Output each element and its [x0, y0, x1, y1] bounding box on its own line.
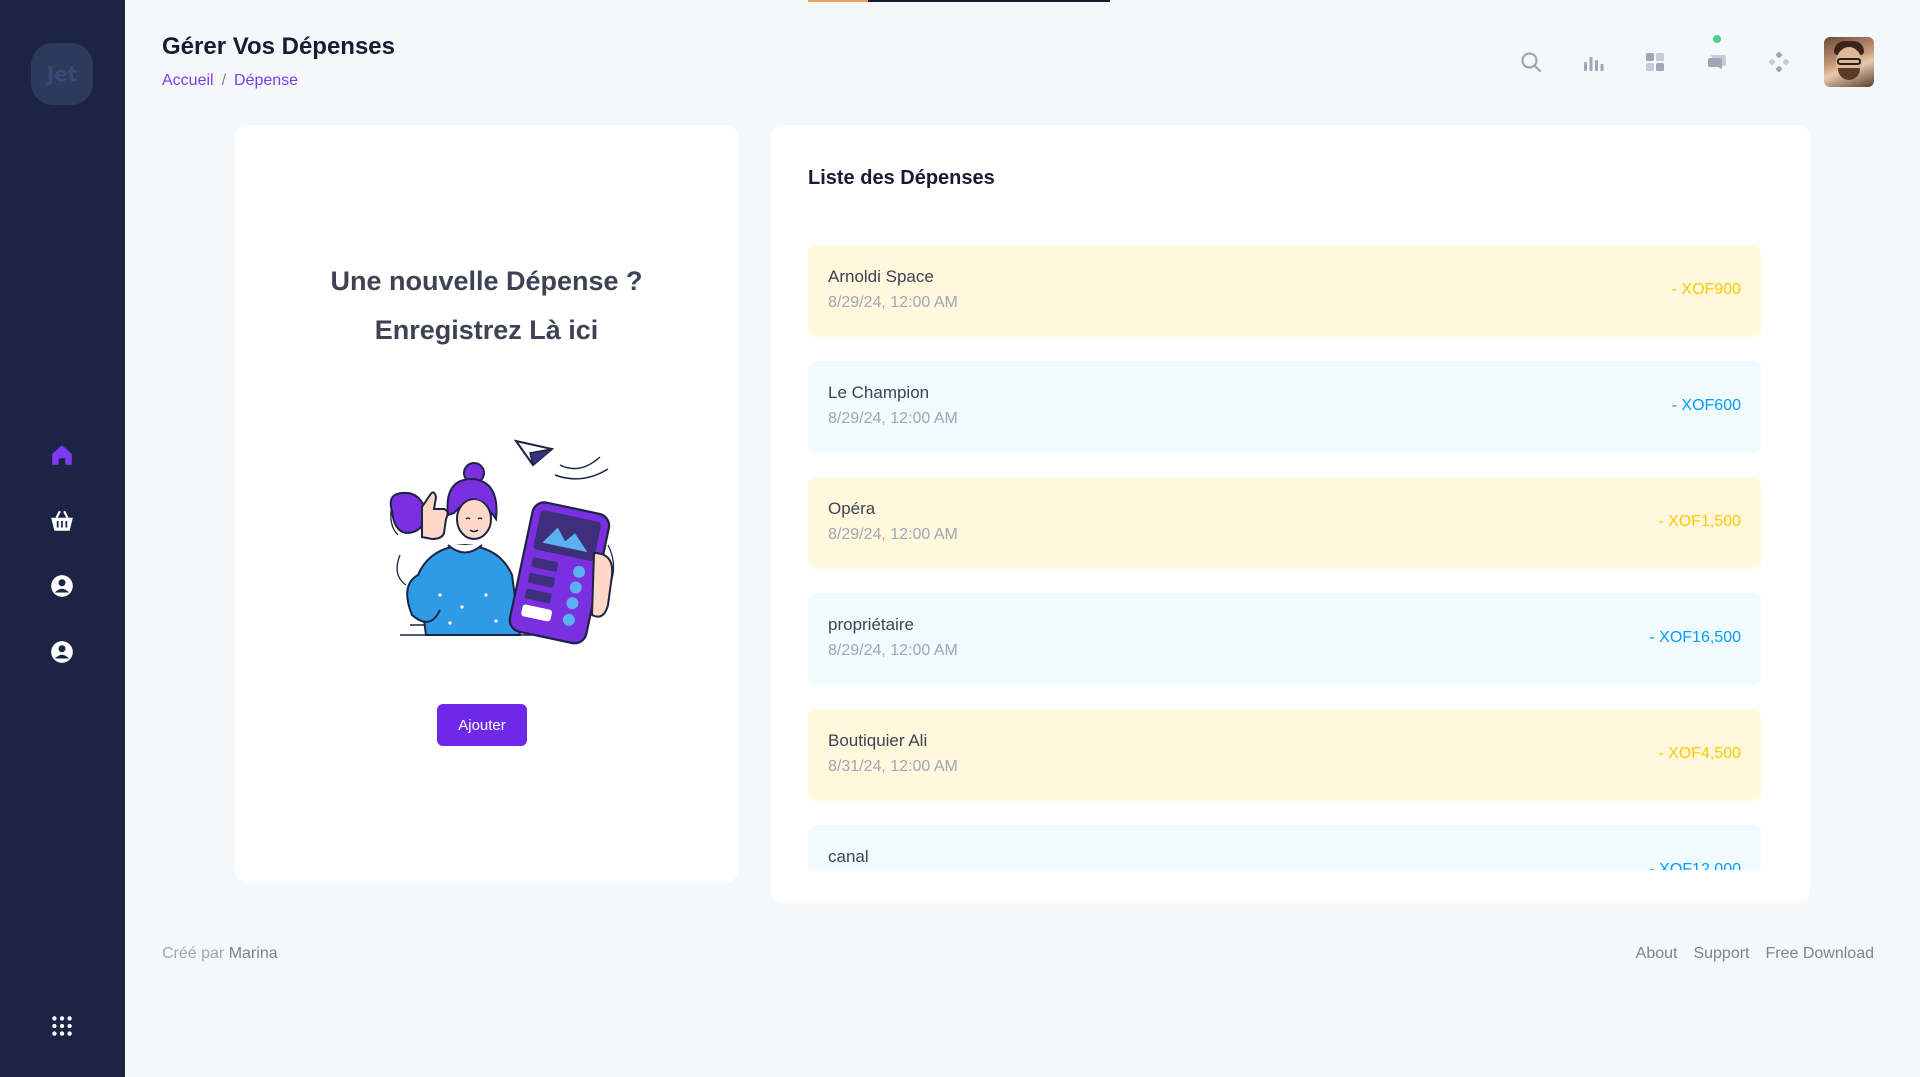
- expense-amount: - XOF900: [1671, 281, 1741, 298]
- footer-credit: Créé par Marina: [162, 945, 278, 963]
- expense-name: propriétaire: [828, 615, 914, 634]
- list-item[interactable]: Opéra 8/29/24, 12:00 AM - XOF1,500: [808, 477, 1761, 569]
- add-expense-button[interactable]: Ajouter: [437, 704, 527, 746]
- home-icon[interactable]: [44, 437, 80, 473]
- bar-chart-icon[interactable]: [1562, 36, 1624, 88]
- list-item[interactable]: canal - XOF12,000: [808, 825, 1761, 870]
- expense-name: Boutiquier Ali: [828, 731, 928, 750]
- expense-amount: - XOF1,500: [1658, 513, 1741, 530]
- list-item[interactable]: Arnoldi Space 8/29/24, 12:00 AM - XOF900: [808, 245, 1761, 337]
- list-item[interactable]: Boutiquier Ali 8/31/24, 12:00 AM - XOF4,…: [808, 709, 1761, 801]
- breadcrumb-home[interactable]: Accueil: [162, 72, 214, 90]
- expense-amount: - XOF12,000: [1649, 861, 1741, 870]
- footer-link-support[interactable]: Support: [1693, 945, 1749, 963]
- expense-amount: - XOF16,500: [1649, 629, 1741, 646]
- expenses-list-card: Liste des Dépenses Arnoldi Space 8/29/24…: [771, 125, 1810, 903]
- avatar[interactable]: [1824, 37, 1874, 87]
- expense-illustration: [389, 439, 615, 645]
- expense-date: 8/29/24, 12:00 AM: [828, 410, 958, 427]
- footer-author[interactable]: Marina: [229, 945, 278, 962]
- app-logo[interactable]: Jet: [31, 43, 93, 105]
- expense-amount: - XOF600: [1671, 397, 1741, 414]
- basket-icon[interactable]: [44, 503, 80, 539]
- apps-icon[interactable]: [1748, 36, 1810, 88]
- expense-date: 8/29/24, 12:00 AM: [828, 642, 958, 659]
- user-circle-icon[interactable]: [44, 568, 80, 604]
- page-title: Gérer Vos Dépenses: [162, 33, 396, 60]
- expense-amount: - XOF4,500: [1658, 745, 1741, 762]
- user-circle-icon[interactable]: [44, 634, 80, 670]
- search-icon[interactable]: [1500, 36, 1562, 88]
- expense-name: Opéra: [828, 499, 876, 518]
- breadcrumb-current[interactable]: Dépense: [234, 72, 298, 90]
- grid-icon[interactable]: [1624, 36, 1686, 88]
- sidebar: Jet: [0, 0, 125, 1077]
- expense-date: 8/31/24, 12:00 AM: [828, 758, 958, 775]
- breadcrumb: Accueil / Dépense: [162, 72, 298, 90]
- new-expense-card: Une nouvelle Dépense ? Enregistrez Là ic…: [235, 125, 738, 882]
- promo-heading: Une nouvelle Dépense ?: [330, 266, 643, 296]
- expense-date: 8/29/24, 12:00 AM: [828, 526, 958, 543]
- top-progress-segment: [808, 0, 868, 2]
- breadcrumb-separator: /: [221, 72, 227, 89]
- chat-icon[interactable]: [1686, 35, 1748, 88]
- top-progress-line: [808, 0, 1110, 2]
- footer-link-free-download[interactable]: Free Download: [1766, 945, 1875, 963]
- expense-date: 8/29/24, 12:00 AM: [828, 294, 958, 311]
- menu-dots-icon[interactable]: [44, 1008, 80, 1044]
- header-toolbar: [1500, 35, 1874, 88]
- expense-name: canal: [828, 847, 869, 866]
- expenses-list[interactable]: Arnoldi Space 8/29/24, 12:00 AM - XOF900…: [808, 245, 1761, 870]
- footer-link-about[interactable]: About: [1636, 945, 1678, 963]
- promo-subheading: Enregistrez Là ici: [374, 315, 599, 345]
- logo-text: Jet: [46, 62, 78, 86]
- expenses-list-title: Liste des Dépenses: [808, 167, 995, 189]
- footer-created-by: Créé par: [162, 945, 225, 962]
- list-item[interactable]: Le Champion 8/29/24, 12:00 AM - XOF600: [808, 361, 1761, 453]
- list-item[interactable]: propriétaire 8/29/24, 12:00 AM - XOF16,5…: [808, 593, 1761, 685]
- expense-name: Le Champion: [828, 383, 930, 402]
- expense-name: Arnoldi Space: [828, 267, 934, 286]
- footer-links: About Support Free Download: [1636, 945, 1874, 963]
- online-indicator: [1713, 35, 1721, 43]
